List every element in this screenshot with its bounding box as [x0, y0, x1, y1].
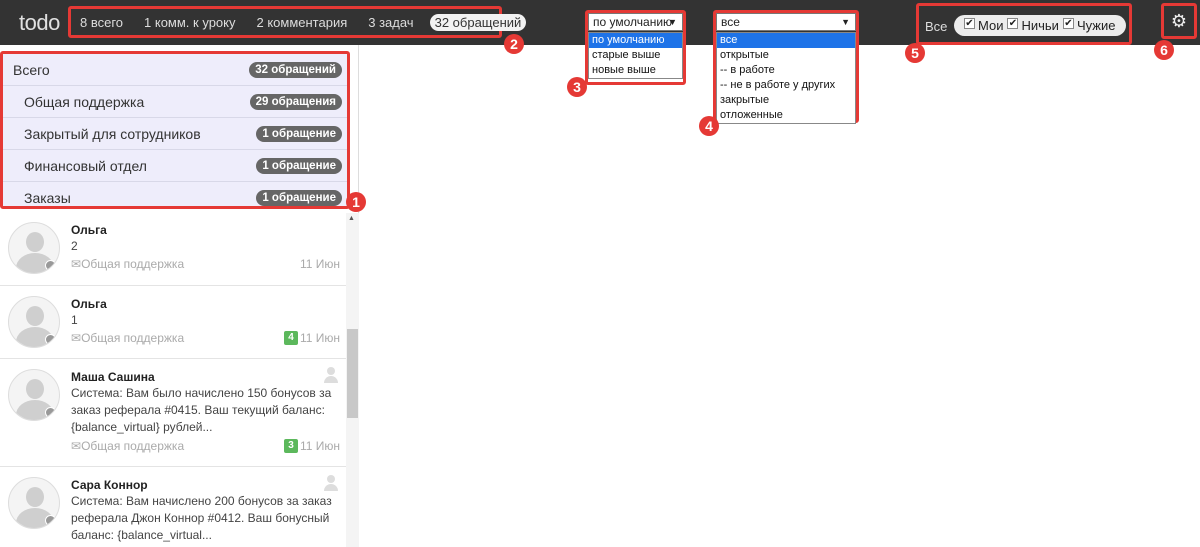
- status-dot: [45, 334, 56, 345]
- category-name: Общая поддержка: [24, 93, 145, 110]
- status-select[interactable]: все ▼: [716, 13, 856, 31]
- callout-1: 1: [346, 192, 366, 212]
- sort-select[interactable]: по умолчанию ▼: [588, 13, 683, 31]
- item-department: Общая поддержка: [81, 331, 185, 345]
- ownership-filter: Все ✔ Мои ✔ Ничьи ✔ Чужие: [916, 3, 1132, 45]
- category-item[interactable]: Заказы 1 обращение: [3, 182, 347, 206]
- category-count: 1 обращение: [256, 125, 342, 142]
- category-count: 1 обращение: [256, 157, 342, 174]
- status-option[interactable]: -- не в работе у других: [717, 78, 855, 93]
- list-item[interactable]: Маша Сашина Система: Вам было начислено …: [0, 359, 346, 467]
- avatar: [8, 296, 60, 348]
- item-department: Общая поддержка: [81, 439, 185, 453]
- item-author: Сара Коннор: [71, 478, 148, 492]
- avatar: [8, 369, 60, 421]
- user-icon[interactable]: [324, 367, 338, 383]
- category-item[interactable]: Закрытый для сотрудников 1 обращение: [3, 118, 347, 150]
- envelope-icon: ✉: [71, 439, 82, 453]
- item-text: 2: [71, 239, 78, 253]
- tab-comments[interactable]: 2 комментария: [256, 15, 347, 30]
- status-option[interactable]: закрытые: [717, 93, 855, 108]
- category-count: 32 обращений: [249, 61, 342, 78]
- status-dot: [45, 515, 56, 526]
- status-options: все открытые -- в работе -- не в работе …: [716, 32, 856, 124]
- callout-4: 4: [699, 116, 719, 136]
- tabs-bar: 8 всего 1 комм. к уроку 2 комментария 3 …: [68, 6, 527, 38]
- list-item[interactable]: Ольга 2 ✉Общая поддержка 11 Июн: [0, 213, 346, 286]
- callout-2: 2: [504, 34, 524, 54]
- gear-icon: ⚙: [1170, 11, 1188, 31]
- comment-count-badge: 3: [284, 439, 298, 453]
- checkbox-others-label: Чужие: [1076, 18, 1116, 33]
- app-logo[interactable]: todo: [19, 10, 60, 36]
- list-item[interactable]: Ольга 1 ✉Общая поддержка 4 11 Июн: [0, 286, 346, 359]
- checkbox-unassigned[interactable]: ✔: [1007, 18, 1019, 29]
- avatar: [8, 477, 60, 529]
- item-date: 11 Июн: [299, 331, 340, 345]
- tab-requests[interactable]: 32 обращений: [429, 13, 527, 31]
- category-name: Финансовый отдел: [24, 157, 147, 174]
- status-selected-value: все: [721, 15, 740, 29]
- envelope-icon: ✉: [71, 257, 82, 271]
- item-author: Ольга: [71, 223, 107, 237]
- avatar: [8, 222, 60, 274]
- callout-5: 5: [905, 43, 925, 63]
- filter-all-label[interactable]: Все: [925, 19, 947, 34]
- checkbox-mine-label: Мои: [978, 18, 1004, 33]
- item-text: Система: Вам было начислено 150 бонусов …: [71, 386, 332, 434]
- dropdown-arrow-icon: ▼: [841, 17, 850, 27]
- item-department: Общая поддержка: [81, 257, 185, 271]
- user-icon[interactable]: [324, 475, 338, 491]
- category-list: Всего 32 обращений Общая поддержка 29 об…: [0, 51, 350, 209]
- category-item[interactable]: Финансовый отдел 1 обращение: [3, 150, 347, 182]
- item-date: 11 Июн: [299, 439, 340, 453]
- settings-button[interactable]: ⚙: [1161, 3, 1197, 39]
- category-name: Закрытый для сотрудников: [24, 125, 201, 142]
- checkbox-mine[interactable]: ✔: [964, 18, 975, 29]
- envelope-icon: ✉: [71, 331, 82, 345]
- scrollbar-thumb[interactable]: [347, 329, 358, 418]
- category-item[interactable]: Всего 32 обращений: [3, 54, 347, 86]
- dropdown-arrow-icon: ▼: [668, 17, 677, 27]
- list-scrollbar[interactable]: ▲: [346, 213, 359, 547]
- tab-tasks[interactable]: 3 задач: [368, 15, 413, 30]
- item-author: Маша Сашина: [71, 370, 155, 384]
- sort-options: по умолчанию старые выше новые выше: [588, 32, 683, 79]
- tab-lesson-comments[interactable]: 1 комм. к уроку: [144, 15, 235, 30]
- item-text: 1: [71, 313, 78, 327]
- checkbox-unassigned-label: Ничьи: [1021, 18, 1059, 33]
- callout-3: 3: [567, 77, 587, 97]
- status-dot: [45, 407, 56, 418]
- category-name: Всего: [13, 61, 50, 78]
- sort-option[interactable]: новые выше: [589, 63, 682, 78]
- category-item[interactable]: Общая поддержка 29 обращения: [3, 86, 347, 118]
- category-name: Заказы: [24, 190, 71, 206]
- callout-6: 6: [1154, 40, 1174, 60]
- item-date: 11 Июн: [299, 257, 340, 271]
- sort-option[interactable]: по умолчанию: [589, 33, 682, 48]
- category-count: 1 обращение: [256, 190, 342, 206]
- sort-selected-value: по умолчанию: [593, 15, 673, 29]
- checkbox-others[interactable]: ✔: [1062, 18, 1074, 29]
- tab-all[interactable]: 8 всего: [80, 15, 123, 30]
- filter-pill: ✔ Мои ✔ Ничьи ✔ Чужие: [954, 15, 1126, 36]
- sort-option[interactable]: старые выше: [589, 48, 682, 63]
- status-dot: [45, 260, 56, 271]
- list-item[interactable]: Сара Коннор Система: Вам начислено 200 б…: [0, 467, 346, 547]
- scroll-up-icon[interactable]: ▲: [348, 215, 355, 222]
- left-column: Всего 32 обращений Общая поддержка 29 об…: [0, 45, 359, 547]
- status-option[interactable]: отложенные: [717, 108, 855, 123]
- item-author: Ольга: [71, 297, 107, 311]
- request-list: Ольга 2 ✉Общая поддержка 11 Июн Ольга 1 …: [0, 213, 346, 547]
- status-option[interactable]: -- в работе: [717, 63, 855, 78]
- status-option[interactable]: все: [717, 33, 855, 48]
- item-text: Система: Вам начислено 200 бонусов за за…: [71, 494, 332, 542]
- comment-count-badge: 4: [284, 331, 298, 345]
- category-count: 29 обращения: [249, 93, 342, 110]
- status-option[interactable]: открытые: [717, 48, 855, 63]
